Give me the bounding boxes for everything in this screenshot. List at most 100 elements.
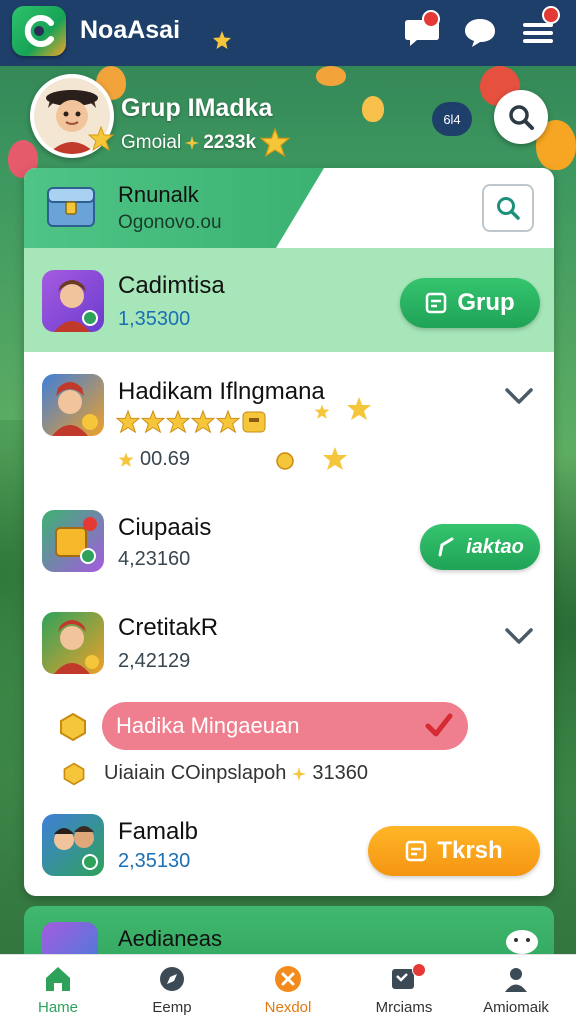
chevron-down-icon[interactable]: [504, 386, 534, 406]
card-search-button[interactable]: [482, 184, 534, 232]
iaktao-button-label: iaktao: [466, 535, 524, 558]
notifications-button[interactable]: [400, 10, 444, 54]
game-icon: [42, 612, 104, 674]
row-value: 2,35130: [118, 850, 191, 872]
star-icon: [191, 410, 215, 434]
nav-eemp[interactable]: Eemp: [122, 963, 222, 1016]
document-icon: [406, 840, 427, 862]
sparkle-icon: [292, 766, 307, 781]
coin-icon: [276, 452, 294, 470]
cancel-circle-icon: [275, 966, 301, 992]
coin-line-label: Uiaiain COinpslapoh: [104, 762, 287, 784]
game-icon: [42, 510, 104, 572]
bottom-nav: Hame Eemp Nexdol Mrciams Amiomaik: [0, 954, 576, 1024]
profile-points: 2233k: [203, 132, 257, 153]
treasure-chest-icon: [47, 187, 95, 227]
home-icon: [46, 967, 70, 991]
checkmark-icon: [425, 713, 453, 737]
row-title: Famalb: [118, 818, 199, 845]
star-icon: [118, 452, 134, 467]
game-icon: [42, 814, 104, 876]
profile-icon: [505, 968, 527, 992]
notification-badge: [422, 10, 440, 28]
coin-icon: [63, 762, 85, 786]
card-subtitle: Ogonovo.ou: [118, 212, 222, 233]
secondary-card-title: Aedianeas: [118, 926, 222, 951]
pen-icon: [438, 537, 454, 557]
game-icon: [42, 270, 104, 332]
star-icon: [166, 410, 190, 434]
game-icon: [42, 374, 104, 436]
promo-label: Hadika Mingaeuan: [116, 713, 300, 738]
row-value: 1,35300: [118, 308, 191, 330]
count-pill[interactable]: 6l4: [432, 102, 472, 136]
star-icon: [260, 128, 291, 158]
rating-value: 00.69: [118, 448, 190, 471]
profile-name: Grup IMadka: [121, 94, 273, 122]
profile-subtitle: Gmoial 2233k: [121, 128, 291, 158]
list-item-famalb[interactable]: Famalb 2,35130 Tkrsh: [24, 798, 554, 896]
nav-nexdol-label: Nexdol: [264, 999, 312, 1016]
card-header: Rnunalk Ogonovo.ou: [24, 168, 554, 248]
search-icon: [497, 197, 520, 220]
rating-value-text: 00.69: [140, 448, 191, 470]
promo-bar[interactable]: Hadika Mingaeuan: [102, 702, 468, 750]
sparkle-icon: [347, 397, 371, 420]
gift-icon: [242, 411, 266, 433]
balloon-decoration: [316, 66, 346, 86]
star-icon: [216, 410, 240, 434]
app-logo[interactable]: [12, 6, 66, 56]
grup-button-label: Grup: [457, 289, 515, 316]
search-icon: [509, 105, 534, 130]
row-value: 2,42129: [118, 650, 191, 672]
main-card: Rnunalk Ogonovo.ou Cadimtisa 1,35300 Gru…: [24, 168, 554, 896]
nav-home-label: Hame: [37, 999, 78, 1016]
top-bar: NoaAsai: [0, 0, 576, 66]
menu-badge: [542, 6, 560, 24]
sparkle-icon: [185, 136, 200, 150]
document-icon: [426, 292, 447, 314]
star-rating: [116, 410, 267, 434]
list-item-ciupaais[interactable]: Ciupaais 4,23160 iaktao: [24, 488, 554, 588]
speech-bubble-icon: [465, 19, 495, 47]
mascot-icon: [506, 930, 538, 954]
chevron-down-icon[interactable]: [504, 626, 534, 646]
coin-line: Uiaiain COinpslapoh 31360: [104, 762, 368, 785]
grup-button[interactable]: Grup: [400, 278, 540, 328]
row-title: CretitakR: [118, 614, 219, 641]
sparkle-icon: [213, 31, 231, 49]
profile-sub-label: Gmoial: [121, 132, 182, 153]
list-item-hadikam[interactable]: Hadikam Iflngmana 00.69: [24, 352, 554, 488]
row-value: 4,23160: [118, 548, 191, 570]
tkrsh-button[interactable]: Tkrsh: [368, 826, 540, 876]
list-item-cretitakr[interactable]: CretitakR 2,42129: [24, 588, 554, 688]
coin-line-points: 31360: [312, 762, 368, 784]
sparkle-icon: [323, 447, 347, 470]
nav-mrciams[interactable]: Mrciams: [354, 963, 454, 1016]
iaktao-button[interactable]: iaktao: [420, 524, 540, 570]
row-title: Cadimtisa: [118, 272, 225, 299]
nav-amiomaik-label: Amiomaik: [483, 999, 549, 1016]
menu-button[interactable]: [516, 6, 560, 54]
messages-badge: [412, 963, 426, 977]
balloon-decoration: [362, 96, 384, 122]
card-title: Rnunalk: [118, 182, 199, 207]
nav-eemp-label: Eemp: [152, 999, 192, 1016]
search-button[interactable]: [494, 90, 548, 144]
star-badge-icon: [88, 126, 114, 152]
coin-icon: [60, 712, 86, 742]
compass-icon: [160, 967, 184, 991]
list-item-cadimtisa[interactable]: Cadimtisa 1,35300 Grup: [24, 248, 554, 352]
star-icon: [141, 410, 165, 434]
sparkle-icon: [314, 404, 330, 419]
row-title: Hadikam Iflngmana: [118, 378, 325, 405]
app-name: NoaAsai: [80, 16, 181, 44]
row-title: Ciupaais: [118, 514, 212, 541]
messages-button[interactable]: [458, 10, 502, 54]
nav-nexdol[interactable]: Nexdol: [238, 963, 338, 1016]
nav-mrciams-label: Mrciams: [375, 999, 433, 1016]
tkrsh-button-label: Tkrsh: [437, 837, 503, 864]
nav-amiomaik[interactable]: Amiomaik: [466, 963, 566, 1016]
nav-home[interactable]: Hame: [8, 963, 108, 1016]
star-icon: [116, 410, 140, 434]
